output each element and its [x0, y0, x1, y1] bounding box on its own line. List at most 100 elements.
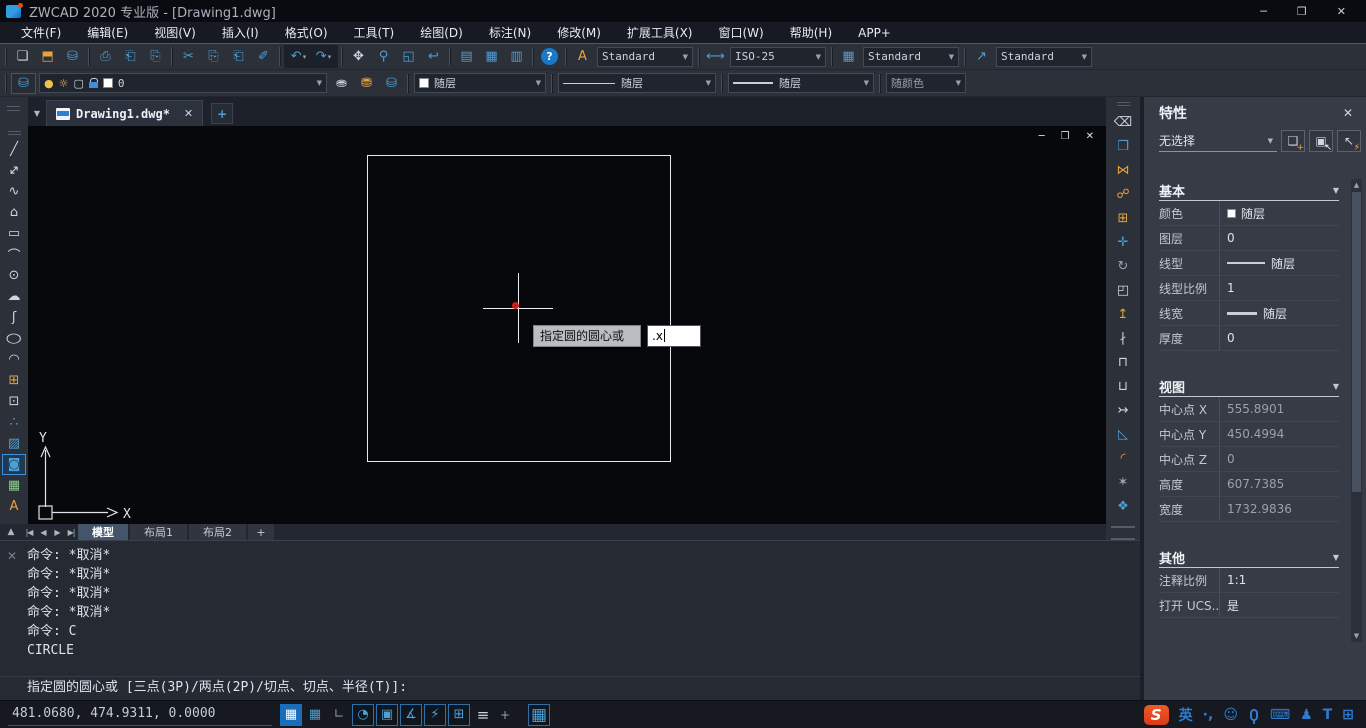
add-tray-icon[interactable]: +: [496, 704, 514, 726]
close-button[interactable]: ✕: [1337, 5, 1346, 18]
pan-icon[interactable]: ✥: [347, 46, 370, 67]
drawing-tab[interactable]: Drawing1.dwg* ✕: [46, 100, 203, 126]
polar-tracking-icon[interactable]: ◔: [352, 704, 374, 726]
menu-item[interactable]: 标注(N): [476, 24, 544, 41]
mleader-style-combo[interactable]: Standard▼: [996, 47, 1092, 67]
circle-icon[interactable]: ⊙: [2, 265, 26, 286]
select-objects-button[interactable]: ▣↖: [1309, 130, 1333, 152]
layout-tab-layout2[interactable]: 布局2: [189, 524, 246, 540]
layer-states-icon[interactable]: ⛁: [380, 73, 403, 94]
undo-icon[interactable]: ↶▾: [287, 46, 310, 67]
ortho-icon[interactable]: ∟: [328, 704, 350, 726]
new-file-icon[interactable]: ❏: [11, 46, 34, 67]
text-style-icon[interactable]: A: [571, 46, 594, 67]
save-icon[interactable]: ⛁: [61, 46, 84, 67]
ime-toolbox-icon[interactable]: ⊞: [1342, 707, 1354, 723]
property-value[interactable]: 450.4994: [1220, 427, 1339, 441]
spline-icon[interactable]: ʃ: [2, 307, 26, 328]
zoom-realtime-icon[interactable]: ⚲: [372, 46, 395, 67]
menu-item[interactable]: 绘图(D): [407, 24, 476, 41]
snap-icon[interactable]: ▦: [280, 704, 302, 726]
dim-style-icon[interactable]: ⟷: [704, 46, 727, 67]
make-object-layer-current-icon[interactable]: ⛃: [355, 73, 378, 94]
command-panel[interactable]: ✕ 命令: *取消*命令: *取消*命令: *取消*命令: *取消*命令: CC…: [0, 540, 1140, 700]
property-value[interactable]: 1:1: [1220, 573, 1339, 587]
copy-clipboard-icon[interactable]: ⎘: [202, 46, 225, 67]
dynamic-input-icon[interactable]: ⊞: [448, 704, 470, 726]
table-icon[interactable]: ▦: [2, 475, 26, 496]
grid-icon[interactable]: ▦: [304, 704, 326, 726]
property-value[interactable]: 是: [1220, 597, 1339, 614]
command-prompt[interactable]: 指定圆的圆心或 [三点(3P)/两点(2P)/切点、切点、半径(T)]:: [0, 676, 1140, 700]
plotstyle-combo[interactable]: 随颜色▼: [886, 73, 966, 93]
linetype-combo[interactable]: 随层▼: [558, 73, 716, 93]
menu-item[interactable]: 扩展工具(X): [614, 24, 706, 41]
section-header[interactable]: 基本▼: [1159, 181, 1339, 201]
trim-icon[interactable]: ∤: [1110, 326, 1136, 350]
combo-arrow-icon[interactable]: ▼: [317, 79, 322, 87]
break-at-point-icon[interactable]: ⊓: [1110, 350, 1136, 374]
toolbar-handle[interactable]: [1111, 526, 1135, 540]
copy-icon[interactable]: ❐: [1110, 134, 1136, 158]
property-value[interactable]: 1732.9836: [1220, 502, 1339, 516]
properties-close-icon[interactable]: ✕: [1343, 106, 1353, 120]
doc-restore-icon[interactable]: ❐: [1061, 131, 1070, 142]
revision-cloud-icon[interactable]: ☁: [2, 286, 26, 307]
scroll-down-icon[interactable]: ▼: [1354, 630, 1359, 642]
arc-icon[interactable]: ⌒: [2, 244, 26, 265]
property-value[interactable]: 0: [1220, 331, 1339, 345]
offset-icon[interactable]: ☍: [1110, 182, 1136, 206]
blend-icon[interactable]: ✶: [1110, 470, 1136, 494]
print-icon[interactable]: ⎙: [94, 46, 117, 67]
ime-lang-indicator[interactable]: 英: [1179, 705, 1193, 725]
move-icon[interactable]: ✛: [1110, 230, 1136, 254]
fillet-icon[interactable]: ◜: [1110, 446, 1136, 470]
menu-item[interactable]: 视图(V): [141, 24, 209, 41]
restore-button[interactable]: ❐: [1297, 5, 1307, 18]
open-file-icon[interactable]: ⬒: [36, 46, 59, 67]
combo-arrow-icon[interactable]: ▼: [816, 53, 821, 61]
chamfer-icon[interactable]: ◺: [1110, 422, 1136, 446]
explode-icon[interactable]: ❖: [1110, 494, 1136, 518]
point-icon[interactable]: ∴: [2, 412, 26, 433]
multileader-style-icon[interactable]: ↗: [970, 46, 993, 67]
menu-item[interactable]: 文件(F): [8, 24, 74, 41]
object-snap-tracking-icon[interactable]: ∡: [400, 704, 422, 726]
property-value[interactable]: 1: [1220, 281, 1339, 295]
section-collapse-icon[interactable]: ▼: [1333, 553, 1339, 562]
tool-palettes-icon[interactable]: ▦: [480, 46, 503, 67]
menu-item[interactable]: 工具(T): [341, 24, 408, 41]
combo-arrow-icon[interactable]: ▼: [864, 79, 869, 87]
layer-manager-icon[interactable]: ⛁: [11, 73, 36, 94]
ime-emoji-icon[interactable]: ☺: [1223, 707, 1238, 723]
command-close-icon[interactable]: ✕: [7, 549, 17, 563]
menu-item[interactable]: 格式(O): [272, 24, 341, 41]
next-tab-button[interactable]: ▶: [50, 528, 64, 537]
prev-tab-button[interactable]: ◀: [36, 528, 50, 537]
zoom-window-icon[interactable]: ◱: [397, 46, 420, 67]
construction-line-icon[interactable]: ↔: [2, 160, 26, 181]
menu-item[interactable]: 修改(M): [544, 24, 614, 41]
redo-icon[interactable]: ↷▾: [312, 46, 335, 67]
polygon-icon[interactable]: ⌂: [2, 202, 26, 223]
print-preview-icon[interactable]: ⎗: [119, 46, 142, 67]
drawing-tabs-menu-button[interactable]: ▼: [28, 100, 46, 126]
combo-arrow-icon[interactable]: ▼: [956, 79, 961, 87]
region-icon[interactable]: ◙: [2, 454, 26, 475]
property-value[interactable]: 0: [1220, 452, 1339, 466]
design-center-icon[interactable]: ▥: [505, 46, 528, 67]
cut-icon[interactable]: ✂: [177, 46, 200, 67]
ime-keyboard-icon[interactable]: ⌨: [1270, 707, 1290, 723]
ime-skin-icon[interactable]: T: [1323, 707, 1333, 723]
layout-up-button[interactable]: ▲: [0, 527, 22, 537]
menu-item[interactable]: 插入(I): [209, 24, 272, 41]
selection-filter-combo[interactable]: 无选择 ▼: [1159, 130, 1277, 152]
text-style-combo[interactable]: Standard▼: [597, 47, 693, 67]
doc-close-icon[interactable]: ✕: [1086, 131, 1094, 142]
combo-arrow-icon[interactable]: ▼: [683, 53, 688, 61]
sogou-ime-logo[interactable]: S: [1144, 705, 1169, 725]
paste-icon[interactable]: ⎗: [227, 46, 250, 67]
doc-minimize-icon[interactable]: ─: [1039, 131, 1045, 142]
combo-arrow-icon[interactable]: ▼: [536, 79, 541, 87]
erase-icon[interactable]: ⌫: [1110, 110, 1136, 134]
